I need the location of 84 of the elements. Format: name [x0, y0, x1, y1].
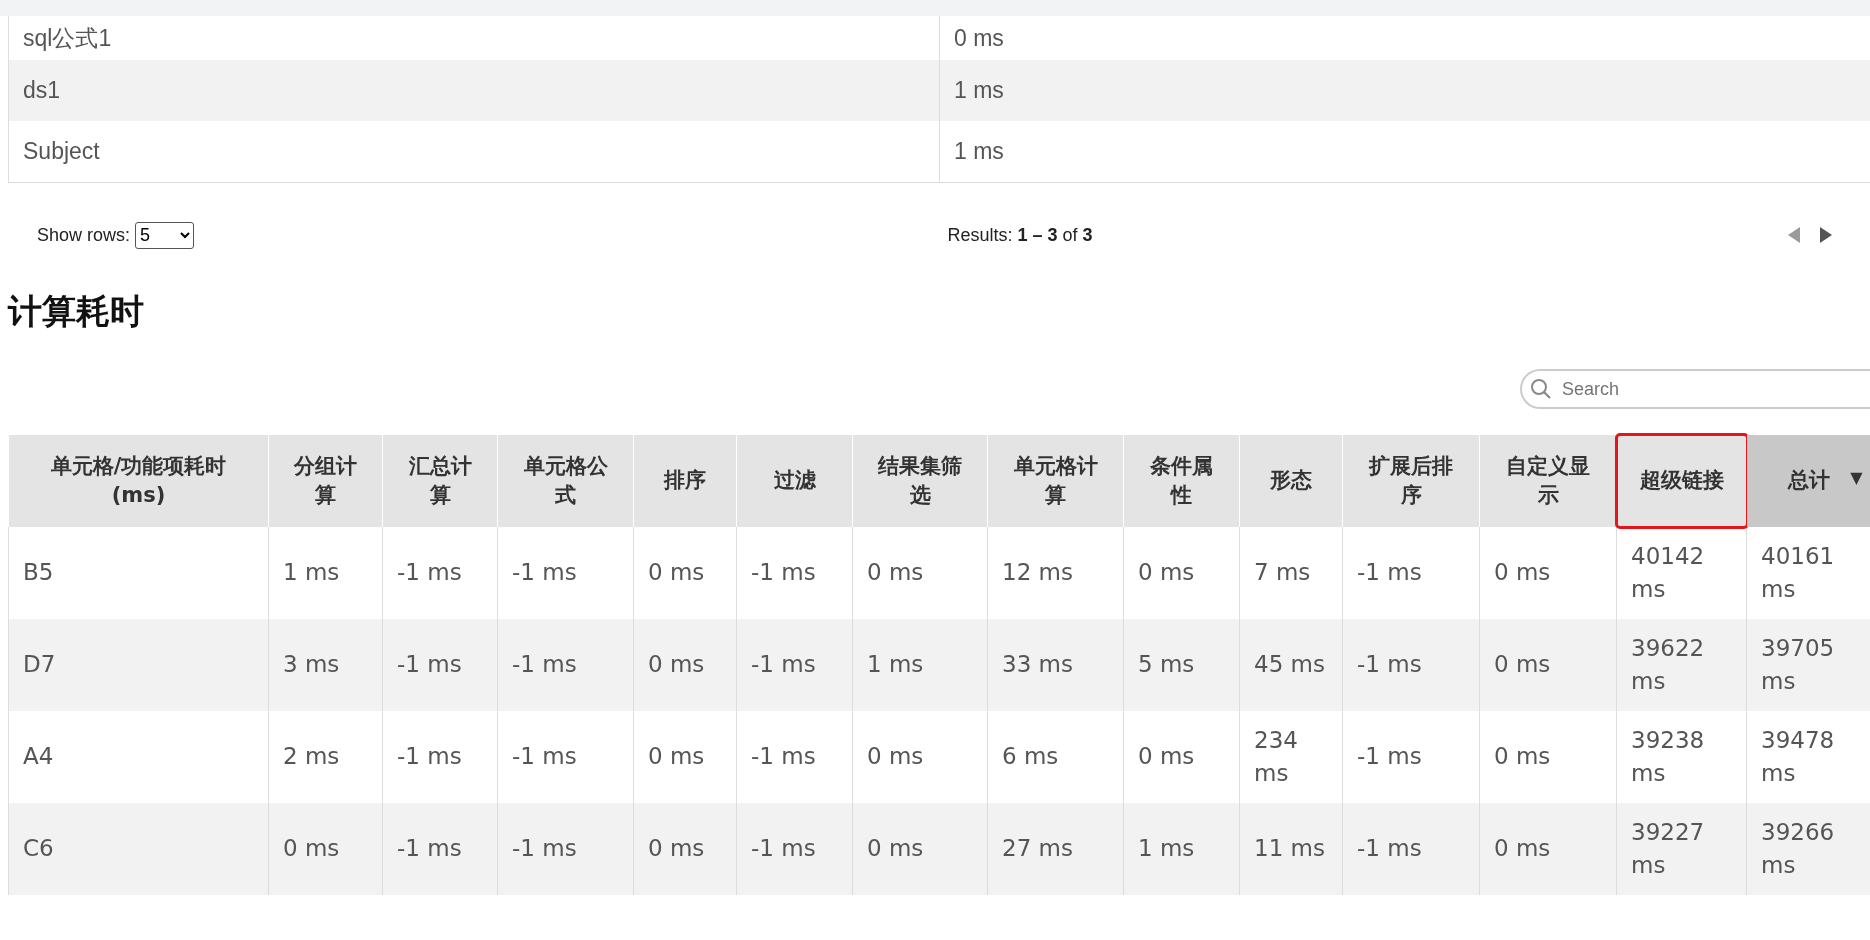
table-cell: B5: [23, 559, 54, 586]
table-cell: ds1: [23, 77, 61, 104]
column-header[interactable]: 单元格/功能项耗时(ms): [8, 435, 269, 527]
table-cell: 27 ms: [1002, 835, 1073, 862]
table-cell: 0 ms: [867, 835, 924, 862]
table-cell: -1 ms: [512, 559, 577, 586]
column-header[interactable]: 超级链接: [1616, 435, 1747, 527]
table-cell: 45 ms: [1254, 651, 1325, 678]
column-header[interactable]: 分组计算: [268, 435, 383, 527]
column-header[interactable]: 单元格计算: [987, 435, 1124, 527]
table-cell: -1 ms: [512, 743, 577, 770]
table-cell: C6: [23, 835, 54, 862]
table-cell: 39478 ms: [1761, 726, 1835, 786]
table-cell: 39227 ms: [1631, 818, 1705, 878]
table-cell: -1 ms: [751, 559, 816, 586]
next-page-icon[interactable]: [1818, 225, 1834, 245]
column-header[interactable]: 总计 ▼: [1746, 435, 1870, 527]
table-cell: 40161 ms: [1761, 542, 1835, 602]
table-cell: A4: [23, 743, 54, 770]
table-cell: -1 ms: [397, 559, 462, 586]
table-cell: -1 ms: [1357, 743, 1422, 770]
search-icon: [1530, 378, 1552, 400]
table-cell: 0 ms: [867, 559, 924, 586]
table-cell: -1 ms: [1357, 835, 1422, 862]
table-cell: 39622 ms: [1631, 634, 1705, 694]
table-cell: 40142 ms: [1631, 542, 1705, 602]
table-cell: 0 ms: [648, 651, 705, 678]
table-cell: -1 ms: [397, 743, 462, 770]
table-cell: -1 ms: [397, 835, 462, 862]
table-cell: 11 ms: [1254, 835, 1325, 862]
table-cell: 0 ms: [1138, 743, 1195, 770]
column-header[interactable]: 结果集筛选: [852, 435, 988, 527]
table-cell: 7 ms: [1254, 559, 1311, 586]
column-header[interactable]: 汇总计算: [382, 435, 498, 527]
table-cell: 0 ms: [283, 835, 340, 862]
table-cell: 0 ms: [954, 24, 1004, 52]
table-cell: -1 ms: [751, 835, 816, 862]
column-header[interactable]: 条件属性: [1123, 435, 1240, 527]
table-cell: -1 ms: [751, 743, 816, 770]
column-header[interactable]: 过滤: [736, 435, 853, 527]
column-header[interactable]: 扩展后排序: [1342, 435, 1480, 527]
table-cell: 39266 ms: [1761, 818, 1835, 878]
table-cell: 0 ms: [1494, 559, 1551, 586]
sort-icon: ▼: [1850, 467, 1863, 490]
table-cell: 0 ms: [1494, 835, 1551, 862]
table-cell: -1 ms: [751, 651, 816, 678]
rows-select[interactable]: 5: [135, 221, 195, 249]
column-header[interactable]: 单元格公式: [497, 435, 634, 527]
table-cell: Subject: [23, 138, 100, 165]
table-cell: 234 ms: [1254, 726, 1298, 786]
table-cell: 0 ms: [867, 743, 924, 770]
table-cell: 0 ms: [1494, 651, 1551, 678]
column-header[interactable]: 形态: [1239, 435, 1343, 527]
results-text: Results: 1 – 3 of 3: [947, 224, 1093, 246]
table-cell: -1 ms: [512, 651, 577, 678]
table-cell: 5 ms: [1138, 651, 1195, 678]
table-cell: 1 ms: [954, 77, 1004, 104]
table-cell: -1 ms: [397, 651, 462, 678]
table-cell: 33 ms: [1002, 651, 1073, 678]
column-header[interactable]: 自定义显示: [1479, 435, 1617, 527]
table-cell: 12 ms: [1002, 559, 1073, 586]
table-cell: 1 ms: [867, 651, 924, 678]
column-header[interactable]: 排序: [633, 435, 737, 527]
table-cell: -1 ms: [1357, 651, 1422, 678]
table-cell: -1 ms: [512, 835, 577, 862]
table-cell: 1 ms: [1138, 835, 1195, 862]
table-cell: 0 ms: [648, 743, 705, 770]
table-cell: D7: [23, 651, 56, 678]
table-cell: 0 ms: [648, 835, 705, 862]
table-cell: 6 ms: [1002, 743, 1059, 770]
section-title: 计算耗时: [8, 291, 145, 332]
table-cell: 3 ms: [283, 651, 340, 678]
table-cell-text: sql公式1: [23, 23, 112, 53]
show-rows-label: Show rows:: [37, 224, 131, 246]
table-cell: 1 ms: [954, 138, 1004, 165]
table-cell: 1 ms: [283, 559, 340, 586]
table-cell: 0 ms: [1494, 743, 1551, 770]
table-cell: 39238 ms: [1631, 726, 1705, 786]
search-field[interactable]: Search: [1520, 369, 1870, 409]
table-cell: -1 ms: [1357, 559, 1422, 586]
table-cell: 39705 ms: [1761, 634, 1835, 694]
table-cell: 0 ms: [1138, 559, 1195, 586]
table-cell: 0 ms: [648, 559, 705, 586]
table-cell: 2 ms: [283, 743, 340, 770]
